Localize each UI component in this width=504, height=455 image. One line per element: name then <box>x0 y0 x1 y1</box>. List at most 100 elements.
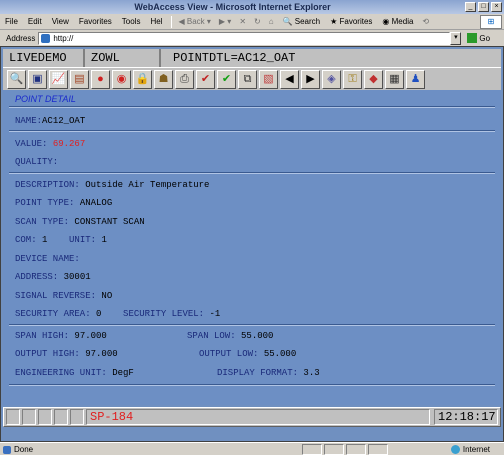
check-green-icon[interactable]: ✔ <box>217 69 236 89</box>
device-name-label: DEVICE NAME: <box>15 254 80 264</box>
film-icon[interactable]: ▦ <box>385 69 404 89</box>
name-value: AC12_OAT <box>42 116 86 126</box>
divider <box>9 324 495 326</box>
quality-label: QUALITY: <box>15 157 59 167</box>
display-format-label: DISPLAY FORMAT: <box>217 368 299 378</box>
menu-edit[interactable]: Edit <box>23 17 47 26</box>
address-input[interactable]: http:// <box>38 31 451 45</box>
lock-icon[interactable]: 🔒 <box>133 69 152 89</box>
status-segment <box>324 443 344 455</box>
history-icon[interactable]: ⟲ <box>418 17 433 26</box>
node-name: LIVEDEMO <box>3 49 85 67</box>
favorites-button[interactable]: ★ Favorites <box>325 17 377 26</box>
page-icon <box>41 33 51 43</box>
save-icon[interactable]: ▣ <box>28 69 47 89</box>
menu-tools[interactable]: Tools <box>117 17 146 26</box>
close-button[interactable]: × <box>491 2 502 12</box>
magnifier-icon[interactable]: 🔍 <box>7 69 26 89</box>
address-field-value: 30001 <box>63 272 91 282</box>
user-icon[interactable]: ☗ <box>154 69 173 89</box>
security-area-value: 0 <box>96 309 102 319</box>
span-high-row: SPAN HIGH: 97.000 <box>15 331 107 341</box>
com-value: 1 <box>42 235 48 245</box>
media-button[interactable]: ◉ Media <box>377 17 418 26</box>
signal-reverse-row: SIGNAL REVERSE: NO <box>15 291 112 301</box>
menu-favorites[interactable]: Favorites <box>74 17 117 26</box>
status-segment <box>346 443 366 455</box>
status-cell <box>54 409 68 425</box>
status-time: 12:18:17 <box>434 409 498 425</box>
maximize-button[interactable]: □ <box>478 2 489 12</box>
alarm-red-icon[interactable]: ● <box>91 69 110 89</box>
copy-icon[interactable]: ⧉ <box>238 69 257 89</box>
forward-button[interactable]: ▶ ▾ <box>215 17 235 26</box>
status-cell <box>38 409 52 425</box>
eraser-icon[interactable]: ◆ <box>364 69 383 89</box>
tag-icon[interactable]: ◈ <box>322 69 341 89</box>
value-label: VALUE: <box>15 139 48 149</box>
span-high-label: SPAN HIGH: <box>15 331 70 341</box>
minimize-button[interactable]: _ <box>465 2 476 12</box>
point-type-value: ANALOG <box>79 198 113 208</box>
eng-unit-label: ENGINEERING UNIT: <box>15 368 107 378</box>
menu-file[interactable]: File <box>0 17 23 26</box>
status-cell <box>22 409 36 425</box>
stop-icon[interactable]: ✕ <box>235 17 250 26</box>
arrow-right-icon[interactable]: ▶ <box>301 69 320 89</box>
security-area-label: SECURITY AREA: <box>15 309 91 319</box>
menu-view[interactable]: View <box>47 17 74 26</box>
description-row: DESCRIPTION: Outside Air Temperature <box>15 180 209 190</box>
status-segment <box>368 443 388 455</box>
webaccess-view: LIVEDEMO ZOWL POINTDTL=AC12_OAT 🔍 ▣ 📈 ▤ … <box>0 46 504 442</box>
menu-help[interactable]: Hel <box>145 17 167 26</box>
webaccess-toolbar: 🔍 ▣ 📈 ▤ ● ◉ 🔒 ☗ ⎙ ✔ ✔ ⧉ ▧ ◀ ▶ ◈ ⚿ ◆ ▦ ♟ <box>3 67 501 90</box>
search-button[interactable]: 🔍 Search <box>278 17 326 26</box>
person-icon[interactable]: ♟ <box>406 69 425 89</box>
graph-icon[interactable]: ▧ <box>259 69 278 89</box>
alarm-ack-icon[interactable]: ◉ <box>112 69 131 89</box>
output-high-label: OUTPUT HIGH: <box>15 349 80 359</box>
output-low-row: OUTPUT LOW: 55.000 <box>199 349 296 359</box>
security-level-value: -1 <box>209 309 221 319</box>
status-segment <box>302 443 322 455</box>
security-row: SECURITY AREA: 0 SECURITY LEVEL: -1 <box>15 309 220 319</box>
key-icon[interactable]: ⚿ <box>343 69 362 89</box>
address-dropdown-button[interactable]: ▾ <box>450 31 462 45</box>
unit-value: 1 <box>101 235 107 245</box>
divider <box>9 106 495 108</box>
status-cell <box>6 409 20 425</box>
status-cell <box>70 409 84 425</box>
back-label: Back <box>186 17 205 26</box>
point-detail-panel: POINT DETAIL NAME:AC12_OAT VALUE: 69.267… <box>3 90 501 405</box>
zone-label: Internet <box>462 444 490 454</box>
chart-icon[interactable]: ▤ <box>70 69 89 89</box>
window-titlebar: WebAccess View - Microsoft Internet Expl… <box>0 0 504 14</box>
address-row: ADDRESS: 30001 <box>15 272 91 282</box>
check-red-icon[interactable]: ✔ <box>196 69 215 89</box>
span-high-value: 97.000 <box>74 331 107 341</box>
security-level-label: SECURITY LEVEL: <box>123 309 205 319</box>
point-type-label: POINT TYPE: <box>15 198 75 208</box>
device-name-row: DEVICE NAME: <box>15 254 80 264</box>
output-low-label: OUTPUT LOW: <box>199 349 259 359</box>
home-icon[interactable]: ⌂ <box>265 17 278 26</box>
back-button[interactable]: ◀ Back ▾ <box>175 17 215 26</box>
print-icon[interactable]: ⎙ <box>175 69 194 89</box>
arrow-left-icon[interactable]: ◀ <box>280 69 299 89</box>
divider <box>9 172 495 174</box>
menu-bar: File Edit View Favorites Tools Hel ◀ Bac… <box>0 14 504 30</box>
status-text: Done <box>0 445 300 454</box>
address-field-label: ADDRESS: <box>15 272 59 282</box>
eng-unit-value: DegF <box>112 368 134 378</box>
value-row: VALUE: 69.267 <box>15 139 85 149</box>
output-high-row: OUTPUT HIGH: 97.000 <box>15 349 118 359</box>
refresh-icon[interactable]: ↻ <box>250 17 265 26</box>
header-row: LIVEDEMO ZOWL POINTDTL=AC12_OAT <box>3 49 501 67</box>
eng-unit-row: ENGINEERING UNIT: DegF <box>15 368 134 378</box>
value-value: 69.267 <box>52 139 86 149</box>
ie-logo-icon: ⊞ <box>480 14 502 29</box>
address-label: Address <box>6 33 36 43</box>
scan-type-label: SCAN TYPE: <box>15 217 70 227</box>
trend-icon[interactable]: 📈 <box>49 69 68 89</box>
go-button[interactable]: Go <box>467 33 490 43</box>
